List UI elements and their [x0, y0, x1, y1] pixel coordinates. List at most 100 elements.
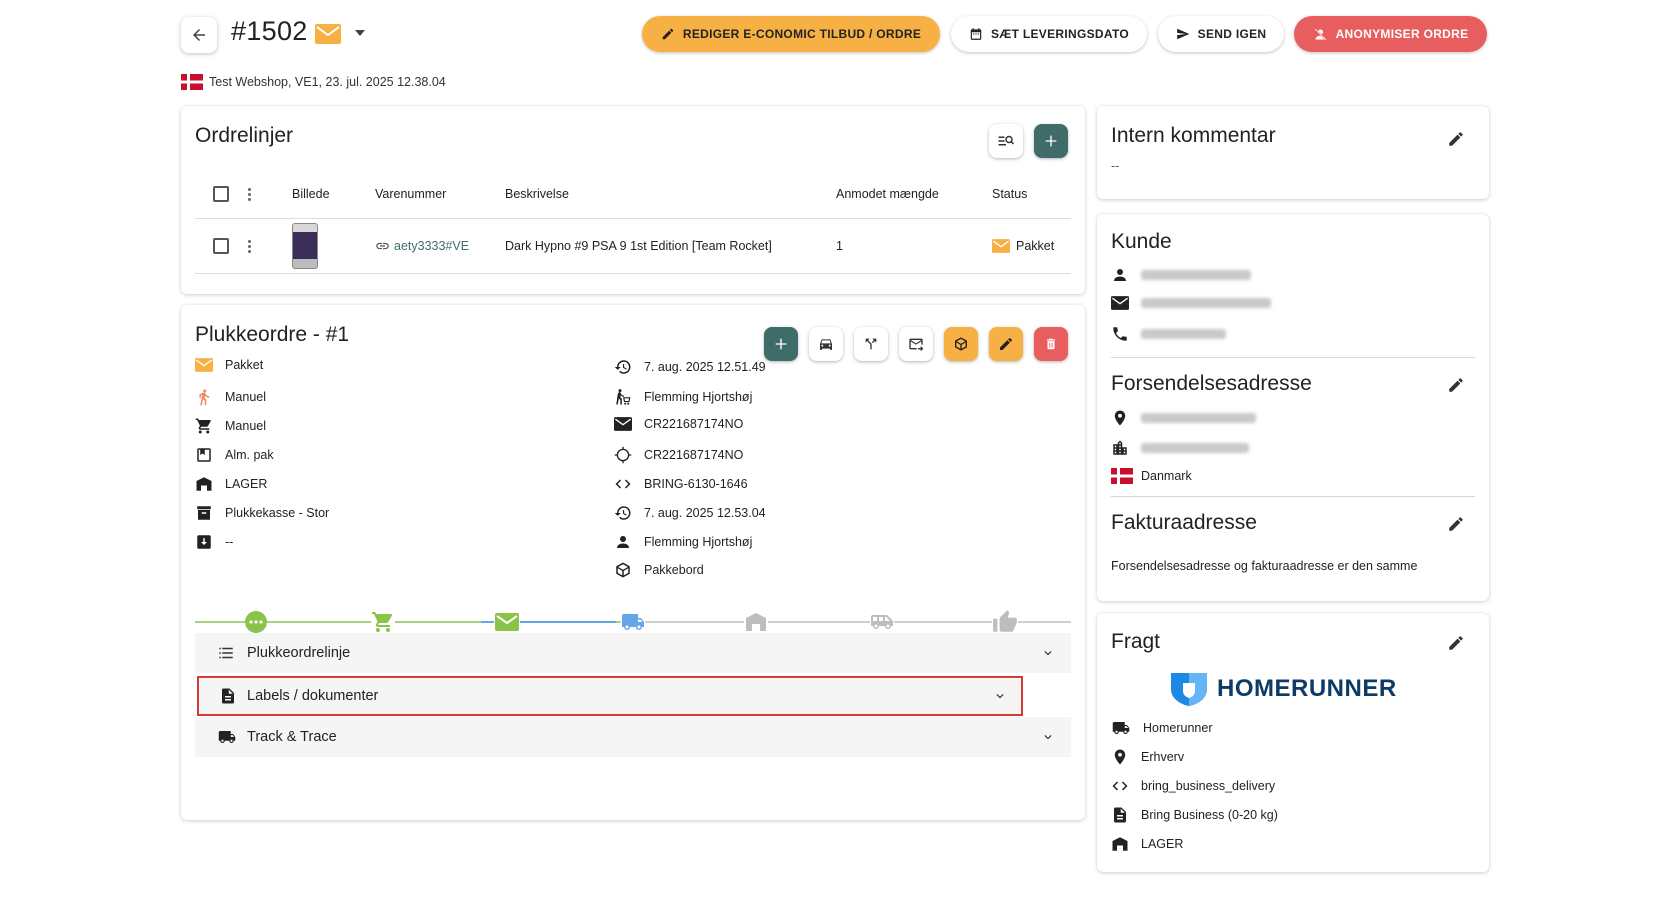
envelope-status-icon[interactable] — [315, 24, 341, 44]
edit-economic-label: REDIGER E-CONOMIC TILBUD / ORDRE — [682, 27, 922, 41]
status-dropdown-caret-icon[interactable] — [355, 30, 365, 36]
shipping-street-redacted — [1141, 413, 1256, 423]
person-cart-icon — [616, 389, 631, 405]
anonymize-order-button[interactable]: ANONYMISER ORDRE — [1294, 16, 1487, 52]
pencil-icon — [1000, 337, 1012, 350]
column-header-sku: Varenummer — [375, 187, 447, 201]
pick-box-item: Plukkekasse - Stor — [195, 504, 329, 522]
product-image[interactable] — [292, 223, 318, 269]
sku-link[interactable]: aety3333#VE — [375, 239, 469, 253]
download-box-icon — [197, 535, 211, 549]
send-again-button[interactable]: SEND IGEN — [1158, 16, 1284, 52]
crosshair-icon — [614, 446, 632, 464]
tracking-number-item: CR221687174NO — [614, 417, 743, 431]
add-pick-button[interactable] — [764, 327, 798, 361]
progress-truck-icon — [621, 610, 645, 634]
freight-code-text: bring_business_delivery — [1141, 779, 1276, 793]
car-icon — [820, 339, 832, 350]
progress-dots-icon — [245, 611, 267, 633]
anonymize-order-label: ANONYMISER ORDRE — [1335, 27, 1469, 41]
freight-product-text: Bring Business (0-20 kg) — [1141, 808, 1278, 822]
trash-icon — [1046, 338, 1056, 350]
plus-icon — [775, 338, 787, 350]
freight-card: Fragt HOMERUNNER Homerunner Erhverv brin… — [1097, 613, 1489, 872]
pencil-icon[interactable] — [1447, 130, 1465, 148]
history-icon — [614, 506, 631, 520]
document-icon — [1114, 807, 1126, 823]
progress-van-icon — [870, 610, 894, 634]
edit-economic-button[interactable]: REDIGER E-CONOMIC TILBUD / ORDRE — [642, 16, 940, 52]
forward-mail-button[interactable] — [899, 327, 933, 361]
billing-address-note: Forsendelsesadresse og fakturaadresse er… — [1111, 559, 1418, 573]
shipping-street-item — [1111, 409, 1256, 427]
car-button[interactable] — [809, 327, 843, 361]
column-header-quantity: Anmodet mængde — [836, 187, 939, 201]
customer-name-redacted — [1141, 270, 1251, 280]
accordion-pick-lines[interactable]: Plukkeordrelinje — [195, 633, 1071, 673]
order-number: #1502 — [231, 16, 308, 46]
freight-warehouse-text: LAGER — [1141, 837, 1184, 851]
row-more-icon[interactable] — [247, 239, 251, 253]
download-text: -- — [225, 535, 234, 549]
table-row[interactable]: aety3333#VE Dark Hypno #9 PSA 9 1st Edit… — [195, 218, 1071, 274]
package-icon — [955, 337, 967, 351]
packer-item: Flemming Hjortshøj — [614, 533, 752, 551]
created-time-text: 7. aug. 2025 12.51.49 — [644, 360, 766, 374]
shipping-country-item: Danmark — [1111, 468, 1192, 484]
accordion-track-trace[interactable]: Track & Trace — [195, 717, 1071, 757]
shipping-country-text: Danmark — [1141, 469, 1192, 483]
row-checkbox[interactable] — [213, 238, 229, 254]
customer-name-item — [1111, 266, 1251, 284]
location-pin-icon — [1114, 410, 1126, 426]
pencil-icon[interactable] — [1447, 515, 1465, 533]
homerunner-logo-text: HOMERUNNER — [1217, 675, 1397, 702]
city-icon — [1113, 440, 1127, 455]
freight-carrier-item: Homerunner — [1111, 719, 1212, 737]
column-header-image: Billede — [292, 187, 330, 201]
phone-icon — [1113, 327, 1127, 341]
select-all-checkbox[interactable] — [213, 186, 229, 202]
progress-warehouse-icon — [744, 610, 768, 634]
carrier-code-item: BRING-6130-1646 — [614, 475, 748, 493]
packed-time-text: 7. aug. 2025 12.53.04 — [644, 506, 766, 520]
progress-cart-icon — [371, 610, 395, 634]
envelope-icon — [1111, 296, 1129, 310]
pencil-icon[interactable] — [1447, 376, 1465, 394]
pencil-icon[interactable] — [1447, 634, 1465, 652]
accordion-labels-documents[interactable]: Labels / dokumenter — [197, 676, 1023, 716]
delete-pick-button[interactable] — [1034, 327, 1068, 361]
customer-email-item — [1111, 296, 1271, 310]
sku-text: aety3333#VE — [394, 239, 470, 253]
freight-type-text: Erhverv — [1141, 750, 1185, 764]
history-icon — [614, 360, 631, 374]
link-icon — [376, 242, 389, 250]
search-lines-button[interactable] — [989, 124, 1023, 158]
split-button[interactable] — [854, 327, 888, 361]
pack-station-text: Pakkebord — [644, 563, 704, 577]
freight-code-item: bring_business_delivery — [1111, 777, 1275, 795]
header-more-icon[interactable] — [247, 187, 251, 201]
created-time-item: 7. aug. 2025 12.51.49 — [614, 358, 766, 376]
danish-flag-icon — [181, 74, 203, 90]
add-line-button[interactable] — [1034, 124, 1068, 158]
document-icon — [222, 688, 234, 704]
envelope-icon — [614, 417, 632, 431]
list-search-icon — [998, 135, 1015, 146]
customer-phone-redacted — [1141, 329, 1226, 339]
truck-icon — [218, 731, 236, 743]
quantity-cell: 1 — [836, 239, 843, 253]
back-button[interactable] — [181, 17, 217, 53]
pick-cart-text: Manuel — [225, 419, 266, 433]
chevron-down-icon — [1044, 651, 1052, 656]
walking-person-icon — [199, 389, 210, 406]
package-button[interactable] — [944, 327, 978, 361]
set-delivery-date-button[interactable]: SÆT LEVERINGSDATO — [951, 16, 1147, 52]
shipping-city-item — [1111, 439, 1249, 457]
order-lines-card: Ordrelinjer Billede Varenummer Beskrivel… — [181, 106, 1085, 294]
pack-station-item: Pakkebord — [614, 561, 704, 579]
package-icon — [616, 562, 630, 578]
edit-pick-button[interactable] — [989, 327, 1023, 361]
accordion-pick-lines-label: Plukkeordrelinje — [247, 645, 351, 661]
warehouse-icon — [196, 477, 212, 491]
customer-phone-item — [1111, 325, 1226, 343]
